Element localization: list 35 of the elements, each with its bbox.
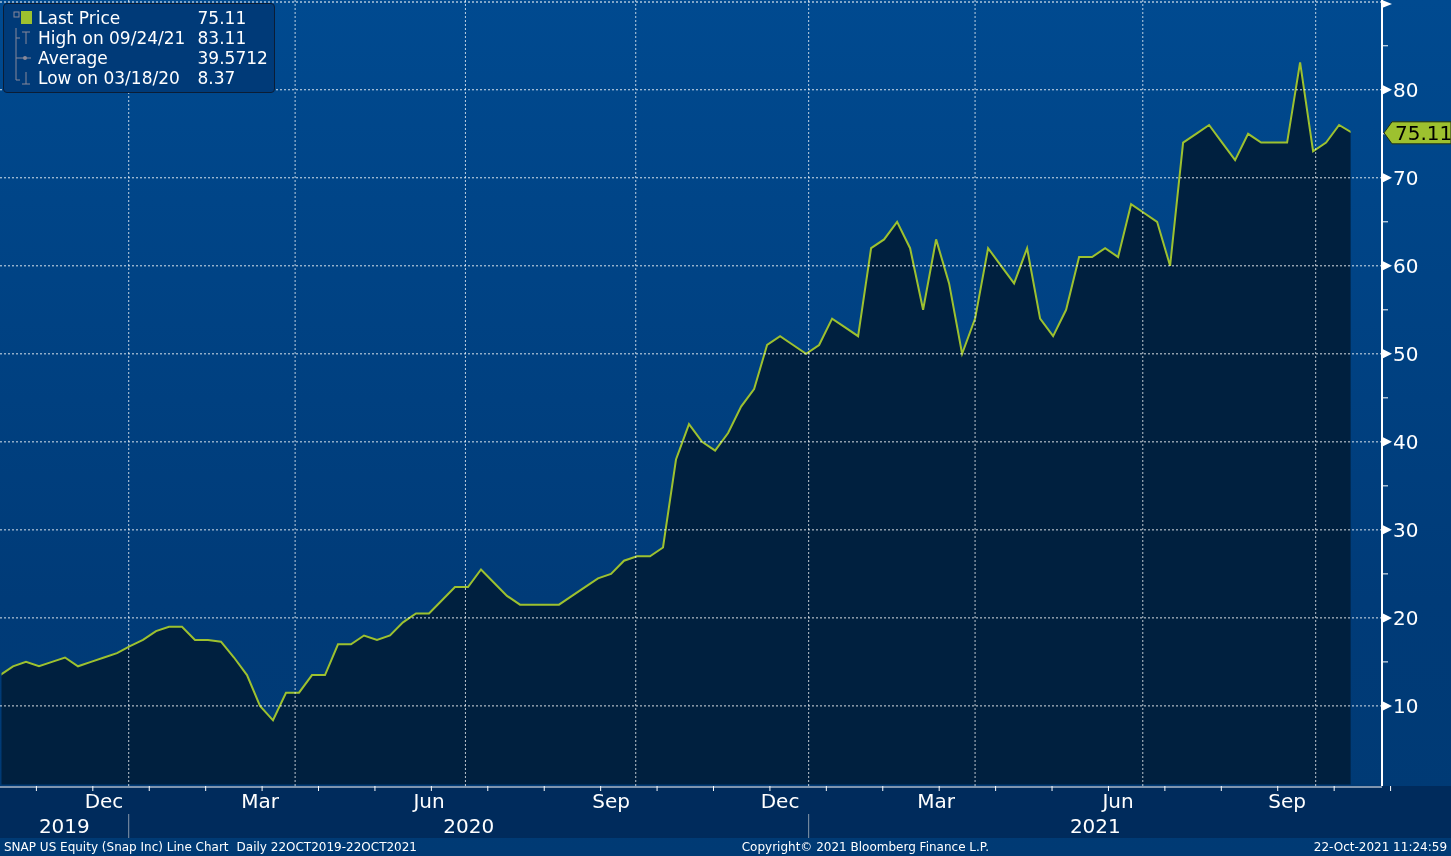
axis-label: Dec — [84, 789, 124, 813]
axis-label: 30 — [1393, 517, 1419, 542]
axis-label: Sep — [592, 789, 630, 813]
axis-label: Jun — [413, 789, 445, 813]
period-label: Daily 22OCT2019-22OCT2021 — [236, 840, 417, 854]
copyright-text: Copyright© 2021 Bloomberg Finance L.P. — [741, 840, 990, 854]
year-label: 2021 — [1069, 814, 1121, 838]
axis-label: 60 — [1393, 253, 1419, 278]
chart-title: SNAP US Equity (Snap Inc) Line Chart — [4, 840, 229, 854]
legend-value: 8.37 — [196, 68, 237, 88]
axis-label: 80 — [1393, 77, 1419, 102]
low-marker-icon — [12, 68, 32, 88]
price-tag: 75.11 — [1383, 120, 1451, 145]
axis-label: 40 — [1393, 429, 1419, 454]
axis-label: Sep — [1268, 789, 1306, 813]
timestamp: 22-Oct-2021 11:24:59 — [1313, 840, 1447, 854]
high-marker-icon — [12, 28, 32, 48]
axis-label: 10 — [1393, 693, 1419, 718]
legend-label: Low on 03/18/20 — [38, 68, 181, 88]
axis-label: 70 — [1393, 165, 1419, 190]
legend-label: Last Price — [38, 8, 122, 28]
axis-label: 50 — [1393, 341, 1419, 366]
legend-value: 83.11 — [196, 28, 248, 48]
legend-label: Average — [38, 48, 109, 68]
legend-label: High on 09/24/21 — [38, 28, 187, 48]
year-label: 2019 — [38, 814, 90, 838]
legend-value: 75.11 — [196, 8, 248, 28]
axis-label: Jun — [1102, 789, 1134, 813]
year-label: 2020 — [443, 814, 495, 838]
axis-label: Mar — [917, 789, 955, 813]
axis-label: Mar — [241, 789, 279, 813]
legend-value: 39.5712 — [196, 48, 269, 68]
axis-label: Dec — [760, 789, 800, 813]
average-marker-icon — [12, 48, 32, 68]
axis-label: 20 — [1393, 605, 1419, 630]
